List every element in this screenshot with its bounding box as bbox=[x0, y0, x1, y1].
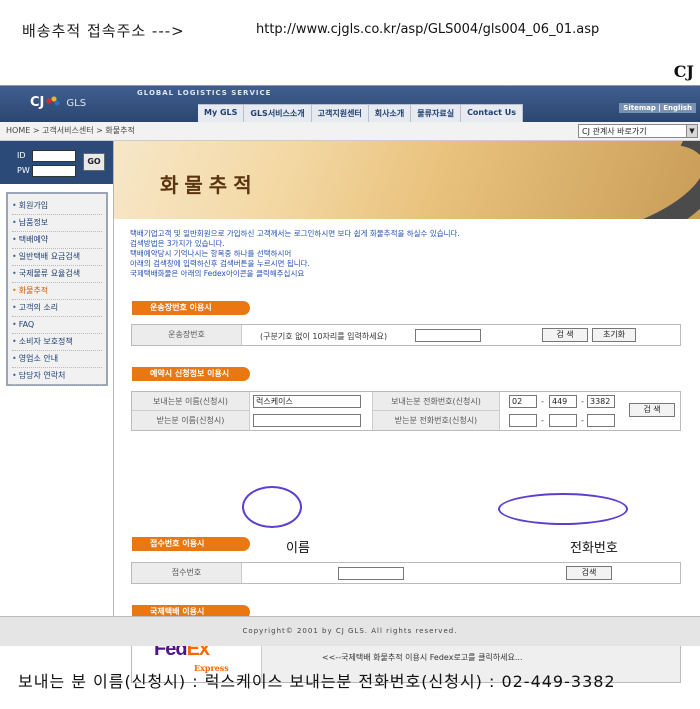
waybill-reset-button[interactable]: 초기화 bbox=[592, 328, 636, 342]
pw-input[interactable] bbox=[32, 165, 76, 177]
sidebar-item-faq[interactable]: FAQ bbox=[12, 317, 102, 334]
sidebar-item-signup[interactable]: 회원가입 bbox=[12, 198, 102, 215]
related-company-select[interactable]: CJ 관계사 바로가기 ▼ bbox=[578, 124, 698, 138]
site-header: CJ GLS GLOBAL LOGISTICS SERVICE My GLS GL… bbox=[0, 86, 700, 122]
waybill-panel: 운송장번호 (구분기호 없이 10자리를 입력하세요) 검 색 초기화 bbox=[131, 324, 681, 346]
nav-customer-center[interactable]: 고객지원센터 bbox=[312, 105, 369, 122]
receiver-phone-2[interactable] bbox=[549, 414, 577, 427]
section-waybill-heading: 운송장번호 이용시 bbox=[132, 301, 250, 315]
intro-line: 택배예약당시 기억나시는 항목중 하나를 선택하시어 bbox=[130, 249, 292, 258]
sidebar-item-intl-rate[interactable]: 국제물류 요율검색 bbox=[12, 266, 102, 283]
sender-phone-1[interactable]: 02 bbox=[509, 395, 537, 408]
cj-gls-logo[interactable]: CJ GLS bbox=[30, 95, 86, 110]
receiver-phone-1[interactable] bbox=[509, 414, 537, 427]
nav-company[interactable]: 회사소개 bbox=[369, 105, 412, 122]
breadcrumb: HOME > 고객서비스센터 > 화물추적 bbox=[6, 126, 135, 135]
waybill-hint: (구분기호 없이 10자리를 입력하세요) bbox=[260, 332, 388, 341]
annotation-name-note: 이름 bbox=[286, 541, 310, 556]
website-frame: CJ GLS GLOBAL LOGISTICS SERVICE My GLS GL… bbox=[0, 85, 700, 683]
sidebar-item-voice[interactable]: 고객의 소리 bbox=[12, 300, 102, 317]
intro-text: 택배기업고객 및 일반회원으로 가입하신 고객께서는 로그인하시면 보다 쉽게 … bbox=[130, 229, 460, 279]
sidebar-item-policy[interactable]: 소비자 보호정책 bbox=[12, 334, 102, 351]
receiver-phone-label: 받는분 전화번호(신청시) bbox=[372, 411, 500, 430]
logo-cj: CJ bbox=[30, 95, 45, 110]
fedex-message: <<--국제택배 화물추적 이용시 Fedex로고를 클릭하세요... bbox=[322, 653, 523, 662]
phone-dash: - bbox=[581, 416, 584, 425]
annotation-url: http://www.cjgls.co.kr/asp/GLS004/gls004… bbox=[256, 22, 600, 37]
receipt-input[interactable] bbox=[338, 567, 404, 580]
phone-dash: - bbox=[541, 397, 544, 406]
nav-service-intro[interactable]: GLS서비스소개 bbox=[244, 105, 312, 122]
road-illustration bbox=[477, 141, 700, 219]
sidebar-item-reservation[interactable]: 택배예약 bbox=[12, 232, 102, 249]
intro-line: 국제택배화물은 아래의 Fedex아이콘을 클릭해주십시요 bbox=[130, 269, 305, 278]
main-content: 택배기업고객 및 일반회원으로 가입하신 고객께서는 로그인하시면 보다 쉽게 … bbox=[114, 219, 700, 683]
sidebar-item-rate-search[interactable]: 일반택배 요금검색 bbox=[12, 249, 102, 266]
breadcrumb-bar: HOME > 고객서비스센터 > 화물추적 CJ 관계사 바로가기 ▼ bbox=[0, 122, 700, 141]
receiver-name-input[interactable] bbox=[253, 414, 361, 427]
sidebar-item-delivery-info[interactable]: 납품정보 bbox=[12, 215, 102, 232]
section-reservation-heading: 예약시 신청정보 이용시 bbox=[132, 367, 250, 381]
left-sidebar: ID PW GO 회원가입 납품정보 택배예약 일반택배 요금검색 국제물류 요… bbox=[0, 141, 113, 616]
sender-phone-3[interactable]: 3382 bbox=[587, 395, 615, 408]
page-title: 화물추적 bbox=[160, 173, 258, 197]
waybill-search-button[interactable]: 검 색 bbox=[542, 328, 588, 342]
annotation-circle-name bbox=[242, 486, 302, 528]
nav-logistics-data[interactable]: 물류자료실 bbox=[411, 105, 462, 122]
receiver-phone-3[interactable] bbox=[587, 414, 615, 427]
reservation-search-button[interactable]: 검 색 bbox=[629, 403, 675, 417]
chevron-down-icon: ▼ bbox=[686, 125, 697, 137]
copyright: Copyright© 2001 by CJ GLS. All rights re… bbox=[242, 627, 458, 635]
sitemap-link[interactable]: Sitemap | English bbox=[619, 103, 696, 113]
receipt-search-button[interactable]: 검색 bbox=[566, 566, 612, 580]
waybill-label: 운송장번호 bbox=[132, 325, 242, 345]
sidebar-item-contact[interactable]: 담당자 연락처 bbox=[12, 368, 102, 385]
nav-contact[interactable]: Contact Us bbox=[461, 105, 523, 122]
annotation-top-caption: 배송추적 접속주소 ---> bbox=[22, 22, 185, 40]
phone-dash: - bbox=[541, 416, 544, 425]
intro-line: 택배기업고객 및 일반회원으로 가입하신 고객께서는 로그인하시면 보다 쉽게 … bbox=[130, 229, 460, 238]
sender-name-label: 보내는분 이름(신청시) bbox=[132, 392, 250, 411]
annotation-phone-note: 전화번호 bbox=[570, 541, 618, 556]
sender-phone-2[interactable]: 449 bbox=[549, 395, 577, 408]
related-select-value: CJ 관계사 바로가기 bbox=[582, 127, 647, 136]
section-receipt-heading: 접수번호 이용시 bbox=[132, 537, 250, 551]
annotation-circle-phone bbox=[498, 493, 628, 525]
pw-label: PW bbox=[17, 166, 30, 175]
sender-name-input[interactable]: 럭스케이스 bbox=[253, 395, 361, 408]
annotation-bottom-caption: 보내는 분 이름(신청시) : 럭스케이스 보내는분 전화번호(신청시) : 0… bbox=[18, 672, 616, 691]
sidebar-item-tracking[interactable]: 화물추적 bbox=[12, 283, 102, 300]
sender-phone-label: 보내는분 전화번호(신청시) bbox=[372, 392, 500, 411]
corner-cj-logo: CJ bbox=[673, 62, 694, 81]
id-label: ID bbox=[17, 151, 26, 160]
intro-line: 검색방법은 3가지가 있습니다. bbox=[130, 239, 225, 248]
receipt-panel: 접수번호 검색 bbox=[131, 562, 681, 584]
waybill-input[interactable] bbox=[415, 329, 481, 342]
receipt-label: 접수번호 bbox=[132, 563, 242, 583]
service-title: GLOBAL LOGISTICS SERVICE bbox=[137, 89, 272, 97]
id-input[interactable] bbox=[32, 150, 76, 162]
phone-dash: - bbox=[581, 397, 584, 406]
logo-dots-icon bbox=[46, 96, 61, 106]
login-box: ID PW GO bbox=[0, 141, 113, 184]
top-nav: My GLS GLS서비스소개 고객지원센터 회사소개 물류자료실 Contac… bbox=[198, 104, 523, 122]
logo-gls: GLS bbox=[66, 98, 87, 109]
site-footer: Copyright© 2001 by CJ GLS. All rights re… bbox=[0, 616, 700, 646]
intro-line: 아래의 검색창에 입력하신후 검색버튼을 누르시면 됩니다. bbox=[130, 259, 310, 268]
reservation-panel: 보내는분 이름(신청시) 받는분 이름(신청시) 럭스케이스 보내는분 전화번호… bbox=[131, 391, 681, 431]
login-go-button[interactable]: GO bbox=[83, 153, 105, 171]
receiver-name-label: 받는분 이름(신청시) bbox=[132, 411, 250, 430]
page-banner: 화물추적 bbox=[114, 141, 700, 219]
nav-my-gls[interactable]: My GLS bbox=[198, 105, 245, 122]
sidebar-menu: 회원가입 납품정보 택배예약 일반택배 요금검색 국제물류 요율검색 화물추적 … bbox=[6, 192, 108, 386]
sidebar-item-branches[interactable]: 영업소 안내 bbox=[12, 351, 102, 368]
